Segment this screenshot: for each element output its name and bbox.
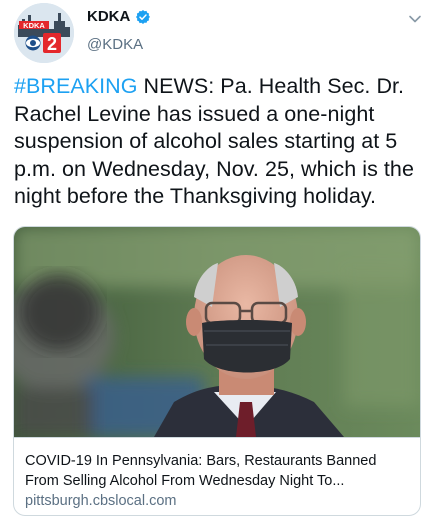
avatar[interactable]: KDKA 2 bbox=[14, 3, 74, 63]
svg-text:2: 2 bbox=[47, 34, 57, 54]
author-name-row[interactable]: KDKA bbox=[87, 7, 151, 27]
author-handle[interactable]: @KDKA bbox=[87, 35, 143, 55]
card-image bbox=[14, 227, 420, 437]
verified-badge-icon bbox=[135, 9, 151, 25]
kdka-logo: KDKA 2 bbox=[14, 3, 74, 63]
card-title[interactable]: COVID-19 In Pennsylvania: Bars, Restaura… bbox=[25, 451, 409, 491]
tweet-text: #BREAKING NEWS: Pa. Health Sec. Dr. Rach… bbox=[14, 73, 424, 211]
card-domain: pittsburgh.cbslocal.com bbox=[25, 493, 177, 509]
chevron-down-icon[interactable] bbox=[405, 9, 425, 29]
hashtag-link[interactable]: #BREAKING bbox=[14, 74, 138, 98]
svg-text:KDKA: KDKA bbox=[23, 21, 45, 30]
link-card[interactable]: COVID-19 In Pennsylvania: Bars, Restaura… bbox=[13, 226, 421, 516]
card-body[interactable]: COVID-19 In Pennsylvania: Bars, Restaura… bbox=[14, 437, 420, 515]
display-name[interactable]: KDKA bbox=[87, 7, 130, 27]
